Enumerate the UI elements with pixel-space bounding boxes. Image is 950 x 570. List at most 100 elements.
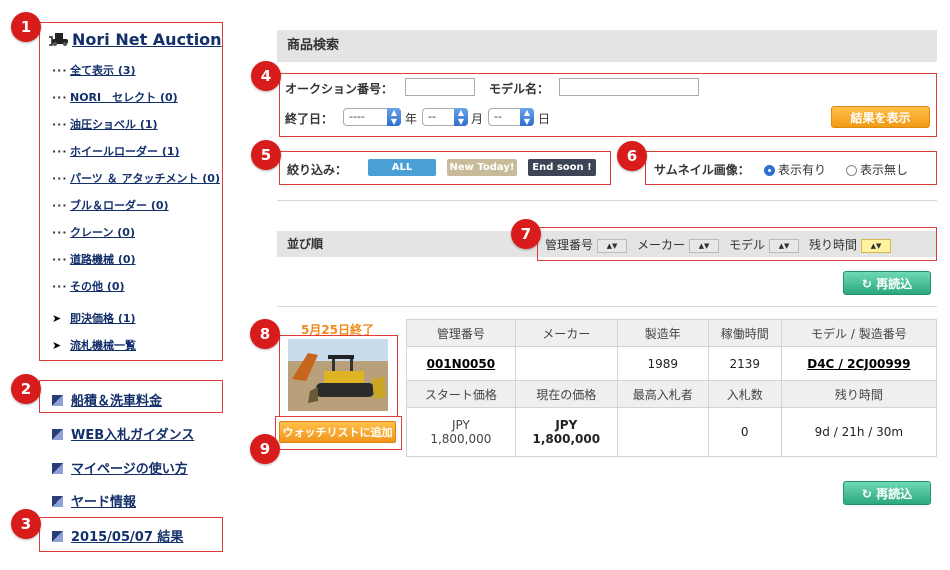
callout-badge: 5 [251,140,281,170]
cell-model-serial[interactable]: D4C / 2CJ00999 [780,346,938,381]
cell-maker [514,346,618,381]
arrow-right-icon: ➤ [52,312,62,325]
sort-key-remaining: 残り時間 [809,238,858,252]
sort-arrows-icon[interactable]: ▲▼ [597,238,628,253]
dots-icon: ··· [52,145,68,158]
model-name-label: モデル名： [489,82,550,96]
yard-item[interactable]: ヤード情報 [52,491,136,510]
end-date-label: 終了日： [285,112,334,126]
category-link[interactable]: 油圧ショベル (1) [70,118,158,131]
cell-hours: 2139 [707,346,782,381]
reload-button-top[interactable]: ↻ 再読込 [843,271,931,295]
guidance-link[interactable]: WEB入札ガイダンス [71,428,194,443]
select-arrows-icon: ▲ ▼ [387,108,401,126]
dots-icon: ··· [52,226,68,239]
category-item[interactable]: ··· パーツ ＆ アタッチメント (0) [52,170,220,186]
listing-table: 管理番号 メーカー 製造年 稼働時間 モデル / 製造番号 001N0050 1… [406,319,938,457]
reload-label: 再読込 [876,277,913,291]
year-select-value: ---- [349,110,365,123]
sort-arrows-icon[interactable]: ▲▼ [689,238,720,253]
management-no-link[interactable]: 001N0050 [427,357,496,371]
radio-selected-icon[interactable] [764,165,775,176]
shipping-fee-item[interactable]: 船積＆洗車料金 [52,390,162,409]
divider [277,306,937,307]
month-select[interactable]: -- ▲ ▼ [422,108,468,126]
shipping-fee-link[interactable]: 船積＆洗車料金 [71,394,162,409]
category-item[interactable]: ··· NORI セレクト (0) [52,89,178,105]
category-link[interactable]: NORI セレクト (0) [70,91,178,104]
filter-new-today-button[interactable]: New Today! [447,159,517,176]
sort-arrows-active-icon[interactable]: ▲▼ [861,238,892,253]
unsold-link[interactable]: 流札機械一覧 [70,339,136,352]
category-link[interactable]: その他 (0) [70,280,125,293]
sort-key-maker: メーカー [637,238,686,252]
header-bids: 入札数 [707,380,782,408]
machine-photo[interactable] [288,339,388,411]
thumbnail-label: サムネイル画像： [654,163,750,177]
category-link[interactable]: 道路機械 (0) [70,253,136,266]
year-unit: 年 [405,112,418,126]
category-link[interactable]: 全て表示 (3) [70,64,136,77]
sort-key-model: モデル [729,238,766,252]
cell-start-price: JPY 1,800,000 [406,407,516,457]
category-item[interactable]: ··· 道路機械 (0) [52,251,136,267]
category-item[interactable]: ··· その他 (0) [52,278,125,294]
buy-now-link[interactable]: 即決価格 (1) [70,312,136,325]
model-name-input[interactable] [559,78,699,96]
square-bullet-icon [52,429,63,440]
bulldozer-photo-icon [288,339,388,411]
header-hours: 稼働時間 [707,319,782,347]
square-bullet-icon [52,395,63,406]
day-select[interactable]: -- ▲ ▼ [488,108,534,126]
filter-all-button[interactable]: ALL [368,159,436,176]
unsold-item[interactable]: ➤ 流札機械一覧 [52,337,136,353]
results-link[interactable]: 2015/05/07 結果 [71,530,183,545]
cell-management-no[interactable]: 001N0050 [406,346,516,381]
site-title-link[interactable]: Nori Net Auction [72,30,222,49]
category-link[interactable]: ホイールローダー (1) [70,145,180,158]
mypage-item[interactable]: マイページの使い方 [52,458,188,477]
dots-icon: ··· [52,199,68,212]
dots-icon: ··· [52,118,68,131]
month-unit: 月 [471,112,484,126]
dots-icon: ··· [52,172,68,185]
callout-badge: 2 [11,374,41,404]
model-serial-link[interactable]: D4C / 2CJ00999 [807,357,910,371]
thumbnail-on-option[interactable]: 表示有り [764,161,826,178]
sort-header: 並び順 [277,231,527,257]
category-link[interactable]: ブル＆ローダー (0) [70,199,169,212]
mypage-guide-link[interactable]: マイページの使い方 [71,462,188,477]
sort-arrows-icon[interactable]: ▲▼ [769,238,800,253]
category-item[interactable]: ··· ホイールローダー (1) [52,143,180,159]
reload-button-bottom[interactable]: ↻ 再読込 [843,481,931,505]
callout-badge: 9 [250,434,280,464]
category-item[interactable]: ··· 油圧ショベル (1) [52,116,158,132]
category-link[interactable]: クレーン (0) [70,226,135,239]
show-results-button[interactable]: 結果を表示 [831,106,930,128]
year-select[interactable]: ---- ▲ ▼ [343,108,401,126]
header-start-price: スタート価格 [406,380,516,408]
results-item[interactable]: 2015/05/07 結果 [52,526,183,545]
category-item[interactable]: ··· ブル＆ローダー (0) [52,197,169,213]
thumbnail-on-label: 表示有り [778,163,827,177]
yard-info-link[interactable]: ヤード情報 [71,495,136,510]
category-item[interactable]: ··· 全て表示 (3) [52,62,136,78]
filter-end-soon-button[interactable]: End soon ! [528,159,596,176]
buy-now-item[interactable]: ➤ 即決価格 (1) [52,310,136,326]
thumbnail-off-option[interactable]: 表示無し [846,161,908,178]
square-bullet-icon [52,496,63,507]
guidance-item[interactable]: WEB入札ガイダンス [52,424,194,443]
callout-badge: 7 [511,219,541,249]
radio-unselected-icon[interactable] [846,165,857,176]
day-select-value: -- [494,110,502,123]
category-item[interactable]: ··· クレーン (0) [52,224,135,240]
select-arrows-icon: ▲ ▼ [454,108,468,126]
add-to-watchlist-button[interactable]: ウォッチリストに追加 [279,421,396,443]
thumbnail-off-label: 表示無し [860,163,909,177]
select-arrows-icon: ▲ ▼ [520,108,534,126]
cell-year: 1989 [616,346,709,381]
site-title[interactable]: Nori Net Auction [48,30,222,51]
callout-badge: 3 [11,509,41,539]
auction-number-input[interactable] [405,78,475,96]
category-link[interactable]: パーツ ＆ アタッチメント (0) [70,172,220,185]
